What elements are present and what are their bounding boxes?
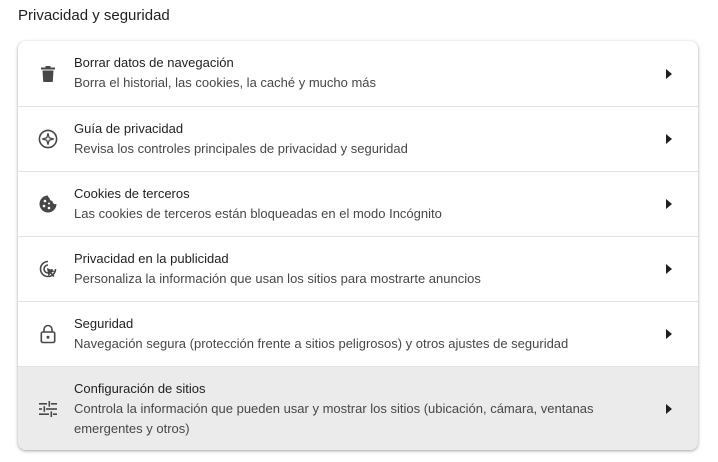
row-third-party-cookies[interactable]: Cookies de terceros Las cookies de terce… <box>18 171 698 236</box>
arrow-right-icon <box>664 134 674 144</box>
section-title: Privacidad y seguridad <box>18 7 170 24</box>
row-title: Borrar datos de navegación <box>74 55 234 70</box>
row-title: Cookies de terceros <box>74 186 190 201</box>
arrow-right-icon <box>664 264 674 274</box>
row-subtitle: Controla la información que pueden usar … <box>74 401 594 436</box>
row-subtitle: Borra el historial, las cookies, la cach… <box>74 75 377 90</box>
row-subtitle: Revisa los controles principales de priv… <box>74 141 408 156</box>
privacy-settings-card: Borrar datos de navegación Borra el hist… <box>18 41 698 450</box>
ad-privacy-icon <box>38 259 58 279</box>
row-title: Privacidad en la publicidad <box>74 251 229 266</box>
row-subtitle: Personaliza la información que usan los … <box>74 271 481 286</box>
row-privacy-guide[interactable]: Guía de privacidad Revisa los controles … <box>18 106 698 171</box>
arrow-right-icon <box>664 403 674 414</box>
row-subtitle: Navegación segura (protección frente a s… <box>74 336 569 351</box>
trash-icon <box>38 64 58 84</box>
tune-icon <box>38 399 58 419</box>
lock-icon <box>38 324 58 344</box>
row-security[interactable]: Seguridad Navegación segura (protección … <box>18 301 698 366</box>
row-title: Seguridad <box>74 316 134 331</box>
row-title: Guía de privacidad <box>74 121 184 136</box>
row-clear-browsing-data[interactable]: Borrar datos de navegación Borra el hist… <box>18 41 698 106</box>
arrow-right-icon <box>664 329 674 339</box>
privacy-guide-icon <box>38 129 58 149</box>
row-site-settings[interactable]: Configuración de sitios Controla la info… <box>18 366 698 450</box>
row-subtitle: Las cookies de terceros están bloqueadas… <box>74 206 442 221</box>
arrow-right-icon <box>664 68 674 79</box>
cookie-icon <box>38 194 58 214</box>
row-ad-privacy[interactable]: Privacidad en la publicidad Personaliza … <box>18 236 698 301</box>
row-title: Configuración de sitios <box>74 381 206 396</box>
arrow-right-icon <box>664 199 674 209</box>
